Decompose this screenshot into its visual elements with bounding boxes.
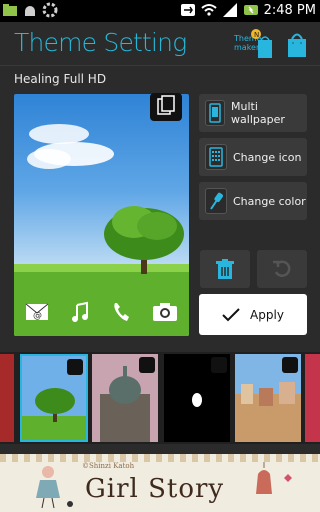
preview-dock: @ (14, 294, 189, 330)
undo-icon (273, 260, 291, 277)
ad-banner[interactable]: ©Shinzi Katoh Girl Story (0, 454, 320, 512)
theme-maker-bag-icon: N (251, 29, 272, 58)
svg-text:N: N (254, 31, 259, 39)
email-icon: @ (25, 303, 48, 321)
wifi-icon (200, 2, 217, 18)
status-time: 2:48 PM (263, 2, 316, 18)
shopping-bag-icon (288, 33, 306, 57)
theme-thumbnail-red[interactable] (0, 354, 14, 442)
apply-label: Apply (250, 307, 284, 322)
multi-wallpaper-icon (205, 100, 226, 126)
apply-button[interactable]: Apply (199, 294, 307, 335)
change-icon-label: Change icon (233, 150, 302, 164)
undo-button[interactable] (257, 250, 307, 288)
ad-title: Girl Story (85, 474, 225, 504)
folder-notification-icon (2, 2, 18, 18)
ad-copyright: ©Shinzi Katoh (82, 462, 135, 470)
trash-icon (216, 259, 234, 279)
header-bar: Theme Setting Theme maker N (0, 22, 320, 66)
thumb-copy-icon (67, 359, 83, 375)
usb-icon (180, 2, 196, 18)
status-bar: 2:48 PM (0, 0, 320, 22)
settings-notification-icon (42, 2, 58, 18)
delete-button[interactable] (200, 250, 250, 288)
theme-preview[interactable]: @ (14, 94, 189, 336)
thumb-copy-icon (211, 357, 227, 373)
theme-thumbnail-city[interactable] (235, 354, 301, 442)
theme-maker-button[interactable]: Theme maker N (228, 28, 276, 62)
preview-copy-button[interactable] (150, 93, 182, 121)
thumb-copy-icon (139, 357, 155, 373)
multi-wallpaper-button[interactable]: Multi wallpaper (199, 94, 307, 132)
multi-wallpaper-label: Multi wallpaper (231, 100, 285, 126)
checkmark-icon (222, 307, 240, 321)
change-icon-button[interactable]: Change icon (199, 138, 307, 176)
thumb-copy-icon (282, 357, 298, 373)
theme-thumbnail-black[interactable] (164, 354, 230, 442)
camera-icon (153, 303, 178, 321)
theme-thumbnail-healing-selected[interactable] (20, 354, 88, 442)
theme-name: Healing Full HD (14, 72, 107, 86)
signal-icon (222, 2, 238, 18)
change-color-button[interactable]: Change color (199, 182, 307, 220)
change-icon-grid-icon (205, 144, 227, 170)
phone-icon (114, 303, 130, 321)
theme-thumbnail-partial[interactable] (305, 354, 320, 442)
eyedropper-icon (205, 188, 227, 214)
page-title: Theme Setting (14, 28, 187, 57)
change-color-label: Change color (233, 194, 306, 208)
battery-icon (243, 2, 259, 18)
shop-bag-button[interactable] (286, 30, 308, 58)
music-icon (71, 301, 88, 322)
svg-text:@: @ (33, 311, 42, 321)
copy-icon (157, 95, 175, 115)
theme-thumbnail-cathedral[interactable] (92, 354, 158, 442)
android-notification-icon (22, 2, 38, 18)
